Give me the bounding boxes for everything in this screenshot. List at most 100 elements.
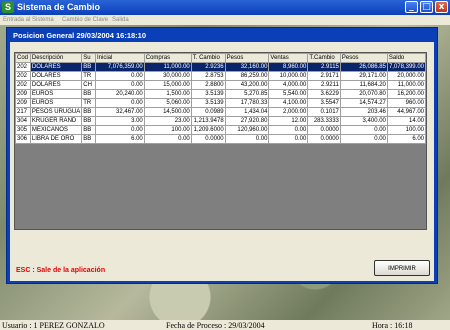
table-cell: BB <box>81 134 96 144</box>
table-cell: 32,160.00 <box>224 62 270 72</box>
column-header[interactable]: Compras <box>143 53 192 63</box>
table-cell: 283.3333 <box>307 116 341 126</box>
table-cell: 2.9236 <box>190 62 226 72</box>
table-cell: 6.00 <box>386 134 426 144</box>
table-cell: 5,270.85 <box>224 89 270 99</box>
position-grid[interactable]: Cod Descripción Su Inicial Compras T. Cambio P… <box>14 52 427 230</box>
table-cell: 202 <box>15 80 31 90</box>
minimize-button[interactable]: _ <box>405 1 418 13</box>
table-cell: 11,000.00 <box>143 62 192 72</box>
table-cell: 44,967.00 <box>386 107 426 117</box>
column-header[interactable]: Cod <box>15 53 31 63</box>
status-time: Hora : 16:18 <box>372 321 413 330</box>
print-button[interactable]: IMPRIMIR <box>374 260 430 276</box>
column-header[interactable]: Descripción <box>29 53 83 63</box>
table-row[interactable]: 306 LIBRA DE ORO BB 6.00 0.00 0.0000 0.00 0.00 0… <box>15 134 426 144</box>
table-cell: 86,259.00 <box>224 71 270 81</box>
table-cell: 2.8800 <box>190 80 226 90</box>
dialog-title: Posicion General 29/03/2004 16:18:10 <box>13 31 146 40</box>
table-cell: 0.00 <box>224 134 270 144</box>
menu-bar: Entrada al Sistema Cambio de Clave Salid… <box>0 15 450 25</box>
table-cell: CH <box>81 80 96 90</box>
table-cell: 2.9211 <box>307 80 341 90</box>
status-bar: Usuario : 1 PEREZ GONZALO Fecha de Proce… <box>0 320 450 330</box>
table-row[interactable]: 202 DOLARES TR 0.00 30,000.00 2.8753 86,259.00… <box>15 71 426 81</box>
esc-hint: ESC : Sale de la aplicación <box>16 267 106 274</box>
table-cell: 16,200.00 <box>386 89 426 99</box>
menu-cambio-clave[interactable]: Cambio de Clave <box>62 15 108 25</box>
table-cell: 202 <box>15 71 31 81</box>
table-cell: 1,209.6000 <box>190 125 226 135</box>
table-header-row: Cod Descripción Su Inicial Compras T. Cambio P… <box>15 53 426 63</box>
table-cell: 0.00 <box>268 134 309 144</box>
table-cell: 43,200.00 <box>224 80 270 90</box>
menu-salida[interactable]: Salida <box>112 15 129 25</box>
table-cell: 217 <box>15 107 31 117</box>
table-cell: 5,540.00 <box>268 89 309 99</box>
table-row[interactable]: 305 MEXICANOS BB 0.00 100.00 1,209.6000 120,96… <box>15 125 426 135</box>
table-cell: PESOS URUGUA <box>29 107 83 117</box>
table-cell: DOLARES <box>29 80 83 90</box>
table-cell: 11,000.00 <box>386 80 426 90</box>
table-cell: 11,684.20 <box>339 80 388 90</box>
table-cell: 100.00 <box>386 125 426 135</box>
close-button[interactable]: x <box>435 1 448 13</box>
table-cell: BB <box>81 107 96 117</box>
table-cell: 2.9115 <box>307 62 341 72</box>
table-cell: 5,060.00 <box>143 98 192 108</box>
table-cell: 30,000.00 <box>143 71 192 81</box>
table-cell: 120,960.00 <box>224 125 270 135</box>
app-icon: S <box>2 1 14 13</box>
table-cell: 17,780.33 <box>224 98 270 108</box>
table-cell: 0.0000 <box>307 125 341 135</box>
table-row[interactable]: 209 EUROS BB 20,240.00 1,500.00 3.5139 5,270.8… <box>15 89 426 99</box>
column-header[interactable]: Inicial <box>94 53 145 63</box>
table-cell: 0.00 <box>143 134 192 144</box>
column-header[interactable]: Pesos <box>339 53 388 63</box>
menu-entrada[interactable]: Entrada al Sistema <box>3 15 54 25</box>
table-cell: TR <box>81 98 96 108</box>
table-cell: 0.0000 <box>307 134 341 144</box>
table-cell: 12.00 <box>268 116 309 126</box>
table-cell: 10,000.00 <box>268 71 309 81</box>
table-cell: 4,000.00 <box>268 80 309 90</box>
table-cell: 1,500.00 <box>143 89 192 99</box>
table-cell: DOLARES <box>29 62 83 72</box>
column-header[interactable]: Pesos <box>224 53 270 63</box>
table-cell: 3.5547 <box>307 98 341 108</box>
table-cell: DOLARES <box>29 71 83 81</box>
table-cell: 26,086.85 <box>339 62 388 72</box>
table-cell: 0.00 <box>94 125 145 135</box>
table-cell: EUROS <box>29 98 83 108</box>
column-header[interactable]: Saldo <box>386 53 426 63</box>
table-cell: 0.1017 <box>307 107 341 117</box>
column-header[interactable]: Su <box>81 53 96 63</box>
position-table: Cod Descripción Su Inicial Compras T. Cambio P… <box>15 53 426 144</box>
table-cell: TR <box>81 71 96 81</box>
table-cell: 100.00 <box>143 125 192 135</box>
table-cell: 202 <box>15 62 31 72</box>
table-row[interactable]: 209 EUROS TR 0.00 5,060.00 3.5139 17,780.33 4,1… <box>15 98 426 108</box>
table-cell: 3.5139 <box>190 98 226 108</box>
column-header[interactable]: T. Cambio <box>190 53 226 63</box>
table-row[interactable]: 217 PESOS URUGUA BB 32,467.00 14,500.00 0.098… <box>15 107 426 117</box>
table-cell: 2.8753 <box>190 71 226 81</box>
maximize-button[interactable]: □ <box>420 1 433 13</box>
table-cell: 20,070.80 <box>339 89 388 99</box>
table-row[interactable]: 202 DOLARES BB 7,076,359.00 11,000.00 2.9236 3… <box>15 62 426 72</box>
table-cell: 0.00 <box>94 98 145 108</box>
table-cell: 0.00 <box>268 125 309 135</box>
table-cell: 20,000.00 <box>386 71 426 81</box>
column-header[interactable]: T.Cambio <box>307 53 341 63</box>
table-cell: 0.00 <box>94 80 145 90</box>
window-titlebar[interactable]: S Sistema de Cambio _ □ x <box>0 0 450 15</box>
table-row[interactable]: 202 DOLARES CH 0.00 15,000.00 2.8800 43,200.00… <box>15 80 426 90</box>
table-cell: BB <box>81 89 96 99</box>
table-cell: 20,240.00 <box>94 89 145 99</box>
table-cell: 0.0000 <box>190 134 226 144</box>
table-cell: 4,100.00 <box>268 98 309 108</box>
table-cell: 960.00 <box>386 98 426 108</box>
table-cell: 1,213.9478 <box>190 116 226 126</box>
table-row[interactable]: 304 KRUGER RAND BB 3.00 23.00 1,213.9478 27,92… <box>15 116 426 126</box>
column-header[interactable]: Ventas <box>268 53 309 63</box>
